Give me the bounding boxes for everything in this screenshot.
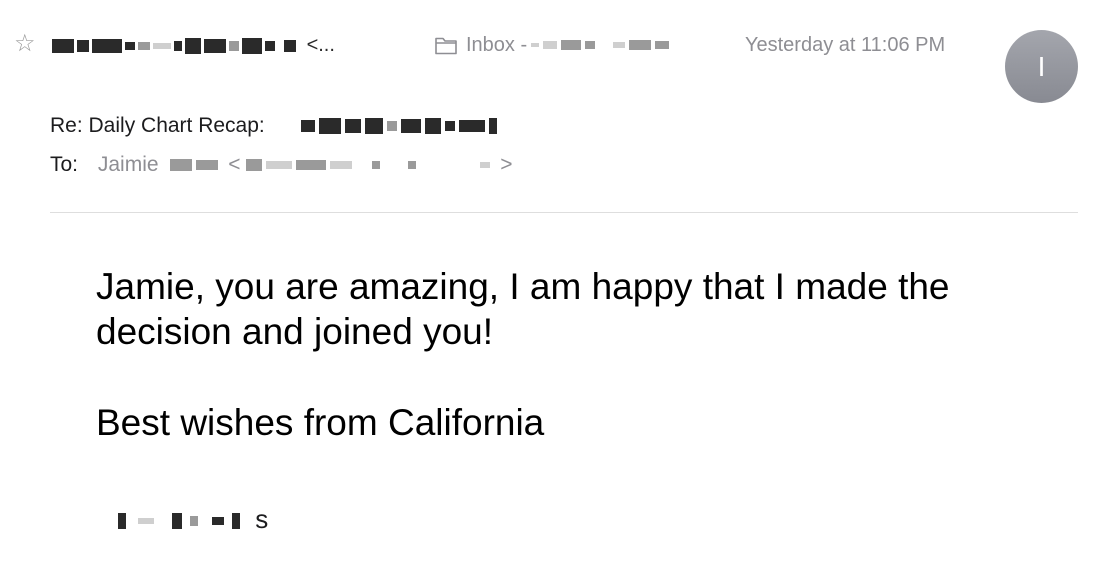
redacted-block	[330, 161, 353, 170]
redacted-block	[655, 41, 670, 49]
sender-avatar[interactable]: I	[1005, 30, 1078, 103]
message-body: Jamie, you are amazing, I am happy that …	[96, 264, 1056, 491]
redacted-block	[174, 40, 182, 51]
redacted-block	[196, 160, 219, 171]
to-label: To:	[50, 153, 79, 176]
signature: s	[118, 504, 268, 534]
redacted-block	[561, 40, 582, 50]
redacted-block	[488, 118, 497, 135]
body-paragraph-1: Jamie, you are amazing, I am happy that …	[96, 266, 950, 352]
redacted-block	[408, 161, 417, 170]
redacted-block	[444, 121, 455, 132]
message-timestamp: Yesterday at 11:06 PM	[745, 34, 946, 56]
redacted-block	[185, 37, 201, 54]
redacted-block	[77, 39, 89, 52]
redacted-block	[284, 39, 296, 52]
redacted-block	[229, 40, 239, 51]
redacted-block	[138, 518, 154, 525]
redacted-block	[543, 41, 558, 49]
sender-name[interactable]: <...	[52, 32, 335, 58]
redacted-block	[318, 118, 341, 135]
redacted-block	[52, 38, 74, 53]
avatar-initial: I	[1037, 50, 1046, 82]
redacted-block	[364, 118, 383, 135]
redacted-block	[153, 42, 171, 49]
redacted-block	[232, 513, 240, 530]
mailbox-location[interactable]: Inbox -	[434, 32, 670, 58]
redacted-block	[170, 159, 193, 172]
redacted-block	[138, 41, 150, 50]
folder-icon	[435, 37, 457, 55]
redacted-block	[629, 40, 652, 50]
redacted-block	[372, 161, 381, 170]
redacted-block	[125, 41, 135, 50]
subject-text: Re: Daily Chart Recap:	[50, 114, 265, 137]
redacted-block	[246, 159, 263, 172]
recipient-address[interactable]: Jaimie < >	[98, 153, 513, 176]
redacted-block	[386, 121, 397, 132]
redacted-block	[480, 162, 491, 169]
recipient-close-bracket: >	[500, 153, 513, 176]
message-header-bar: ☆ <... Inbox - Yesterday at 11:06 PM	[14, 26, 1104, 66]
redacted-block	[613, 42, 626, 48]
recipient-name: Jaimie	[97, 153, 159, 176]
sender-truncated-tail: <...	[306, 34, 335, 56]
redacted-block	[531, 43, 540, 47]
recipient-line: To: Jaimie < >	[50, 151, 512, 179]
redacted-block	[400, 119, 421, 134]
body-paragraph-2: Best wishes from California	[96, 402, 545, 443]
redacted-block	[424, 118, 441, 135]
redacted-block	[300, 120, 315, 133]
redacted-block	[296, 160, 327, 171]
redacted-block	[265, 40, 275, 51]
redacted-block	[585, 41, 596, 49]
redacted-block	[92, 38, 122, 53]
redacted-block	[344, 119, 361, 134]
mailbox-label: Inbox -	[466, 33, 528, 56]
recipient-open-bracket: <	[228, 153, 241, 176]
redacted-block	[204, 38, 226, 53]
redacted-block	[118, 513, 126, 530]
redacted-block	[266, 161, 293, 170]
signature-tail: s	[255, 504, 269, 534]
header-divider	[50, 212, 1078, 213]
redacted-block	[172, 513, 182, 530]
star-icon[interactable]: ☆	[14, 30, 36, 58]
subject-line: Re: Daily Chart Recap:	[50, 112, 501, 140]
redacted-block	[458, 120, 485, 133]
redacted-block	[242, 37, 262, 54]
redacted-block	[190, 516, 198, 527]
redacted-block	[212, 517, 224, 526]
